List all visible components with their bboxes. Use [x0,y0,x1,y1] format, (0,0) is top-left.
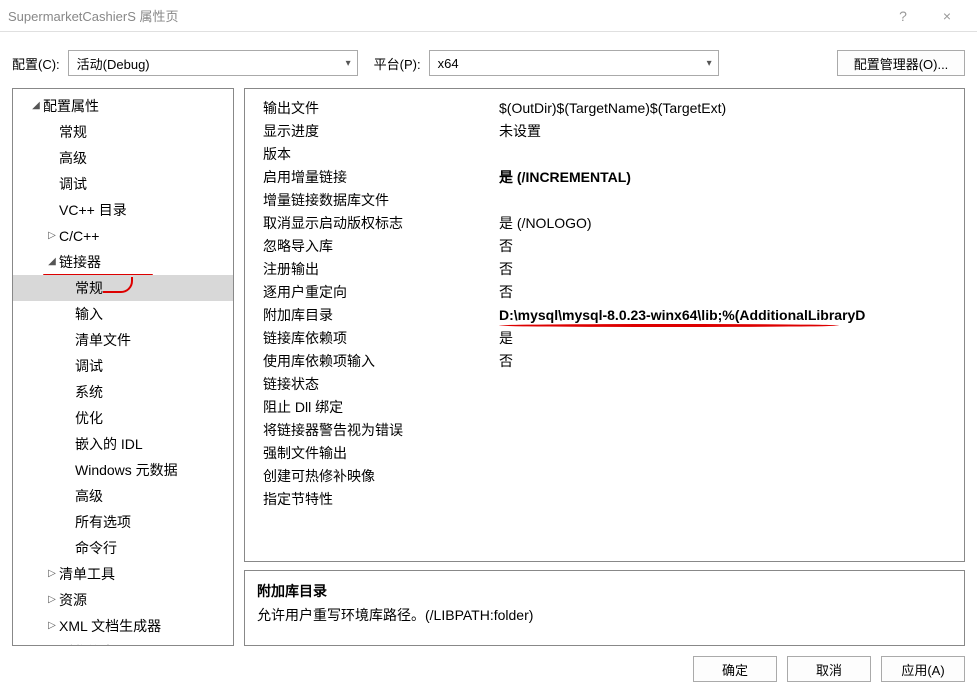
prop-row[interactable]: 启用增量链接是 (/INCREMENTAL) [251,166,958,189]
tree-item-linker-input[interactable]: ▸输入 [13,301,233,327]
tree-item-resources[interactable]: ▷资源 [13,587,233,613]
platform-dropdown[interactable]: x64 ▾ [429,50,719,76]
config-dropdown[interactable]: 活动(Debug) ▾ [68,50,358,76]
tree-item-advanced[interactable]: ▸高级 [13,145,233,171]
tree-item-linker-manifest[interactable]: ▸清单文件 [13,327,233,353]
tree-item-linker-general[interactable]: ▸常规 [13,275,233,301]
expand-right-icon: ▷ [45,563,59,585]
tree-item-linker-cmdline[interactable]: ▸命令行 [13,535,233,561]
expand-right-icon: ▷ [45,615,59,637]
prop-row[interactable]: 链接状态 [251,373,958,396]
chevron-down-icon: ▾ [346,58,351,69]
prop-row[interactable]: 版本 [251,143,958,166]
property-grid[interactable]: 输出文件$(OutDir)$(TargetName)$(TargetExt) 显… [244,88,965,562]
prop-row[interactable]: 指定节特性 [251,488,958,511]
prop-row[interactable]: 阻止 Dll 绑定 [251,396,958,419]
tree-item-linker[interactable]: ◢链接器 [13,249,233,275]
config-manager-button[interactable]: 配置管理器(O)... [837,50,965,76]
expand-right-icon: ▷ [45,641,59,646]
tree-item-vcdirs[interactable]: ▸VC++ 目录 [13,197,233,223]
description-text: 允许用户重写环境库路径。(/LIBPATH:folder) [257,605,952,625]
ok-button[interactable]: 确定 [693,656,777,682]
prop-row[interactable]: 逐用户重定向否 [251,281,958,304]
platform-value: x64 [438,56,459,71]
dialog-buttons: 确定 取消 应用(A) [0,646,977,692]
tree-item-general[interactable]: ▸常规 [13,119,233,145]
cancel-button[interactable]: 取消 [787,656,871,682]
prop-row[interactable]: 链接库依赖项是 [251,327,958,350]
prop-row[interactable]: 注册输出否 [251,258,958,281]
tree-panel[interactable]: ◢ 配置属性 ▸常规 ▸高级 ▸调试 ▸VC++ 目录 ▷C/C++ ◢链接器 … [12,88,234,646]
expand-right-icon: ▷ [45,225,59,247]
prop-row-libdirs[interactable]: 附加库目录D:\mysql\mysql-8.0.23-winx64\lib;%(… [251,304,958,327]
tree-item-debug[interactable]: ▸调试 [13,171,233,197]
annotation-mark [103,277,133,293]
prop-row[interactable]: 显示进度未设置 [251,120,958,143]
expand-down-icon: ◢ [29,95,43,117]
prop-row[interactable]: 取消显示启动版权标志是 (/NOLOGO) [251,212,958,235]
tree-item-linker-idl[interactable]: ▸嵌入的 IDL [13,431,233,457]
tree-root[interactable]: ◢ 配置属性 [13,93,233,119]
tree-item-linker-debug[interactable]: ▸调试 [13,353,233,379]
tree-item-linker-alloptions[interactable]: ▸所有选项 [13,509,233,535]
config-toolbar: 配置(C): 活动(Debug) ▾ 平台(P): x64 ▾ 配置管理器(O)… [0,32,977,88]
prop-row[interactable]: 输出文件$(OutDir)$(TargetName)$(TargetExt) [251,97,958,120]
close-button[interactable]: × [925,2,969,30]
expand-right-icon: ▷ [45,589,59,611]
prop-row[interactable]: 将链接器警告视为错误 [251,419,958,442]
prop-row[interactable]: 使用库依赖项输入否 [251,350,958,373]
chevron-down-icon: ▾ [707,58,712,69]
tree-label: 配置属性 [43,95,99,117]
tree-item-linker-advanced[interactable]: ▸高级 [13,483,233,509]
description-title: 附加库目录 [257,581,952,601]
prop-row[interactable]: 忽略导入库否 [251,235,958,258]
tree-item-cpp[interactable]: ▷C/C++ [13,223,233,249]
prop-row[interactable]: 增量链接数据库文件 [251,189,958,212]
window-title: SupermarketCashierS 属性页 [8,6,881,25]
tree-item-linker-optimize[interactable]: ▸优化 [13,405,233,431]
prop-row[interactable]: 强制文件输出 [251,442,958,465]
tree-item-manifesttool[interactable]: ▷清单工具 [13,561,233,587]
prop-row[interactable]: 创建可热修补映像 [251,465,958,488]
tree-item-linker-winmeta[interactable]: ▸Windows 元数据 [13,457,233,483]
expand-down-icon: ◢ [45,251,59,273]
tree-item-xmldoc[interactable]: ▷XML 文档生成器 [13,613,233,639]
tree-item-linker-system[interactable]: ▸系统 [13,379,233,405]
help-button[interactable]: ? [881,2,925,30]
apply-button[interactable]: 应用(A) [881,656,965,682]
config-value: 活动(Debug) [77,54,150,73]
description-panel: 附加库目录 允许用户重写环境库路径。(/LIBPATH:folder) [244,570,965,646]
tree-item-browseinfo[interactable]: ▷浏览信息 [13,639,233,646]
config-label: 配置(C): [12,54,60,73]
titlebar: SupermarketCashierS 属性页 ? × [0,0,977,32]
platform-label: 平台(P): [374,54,421,73]
